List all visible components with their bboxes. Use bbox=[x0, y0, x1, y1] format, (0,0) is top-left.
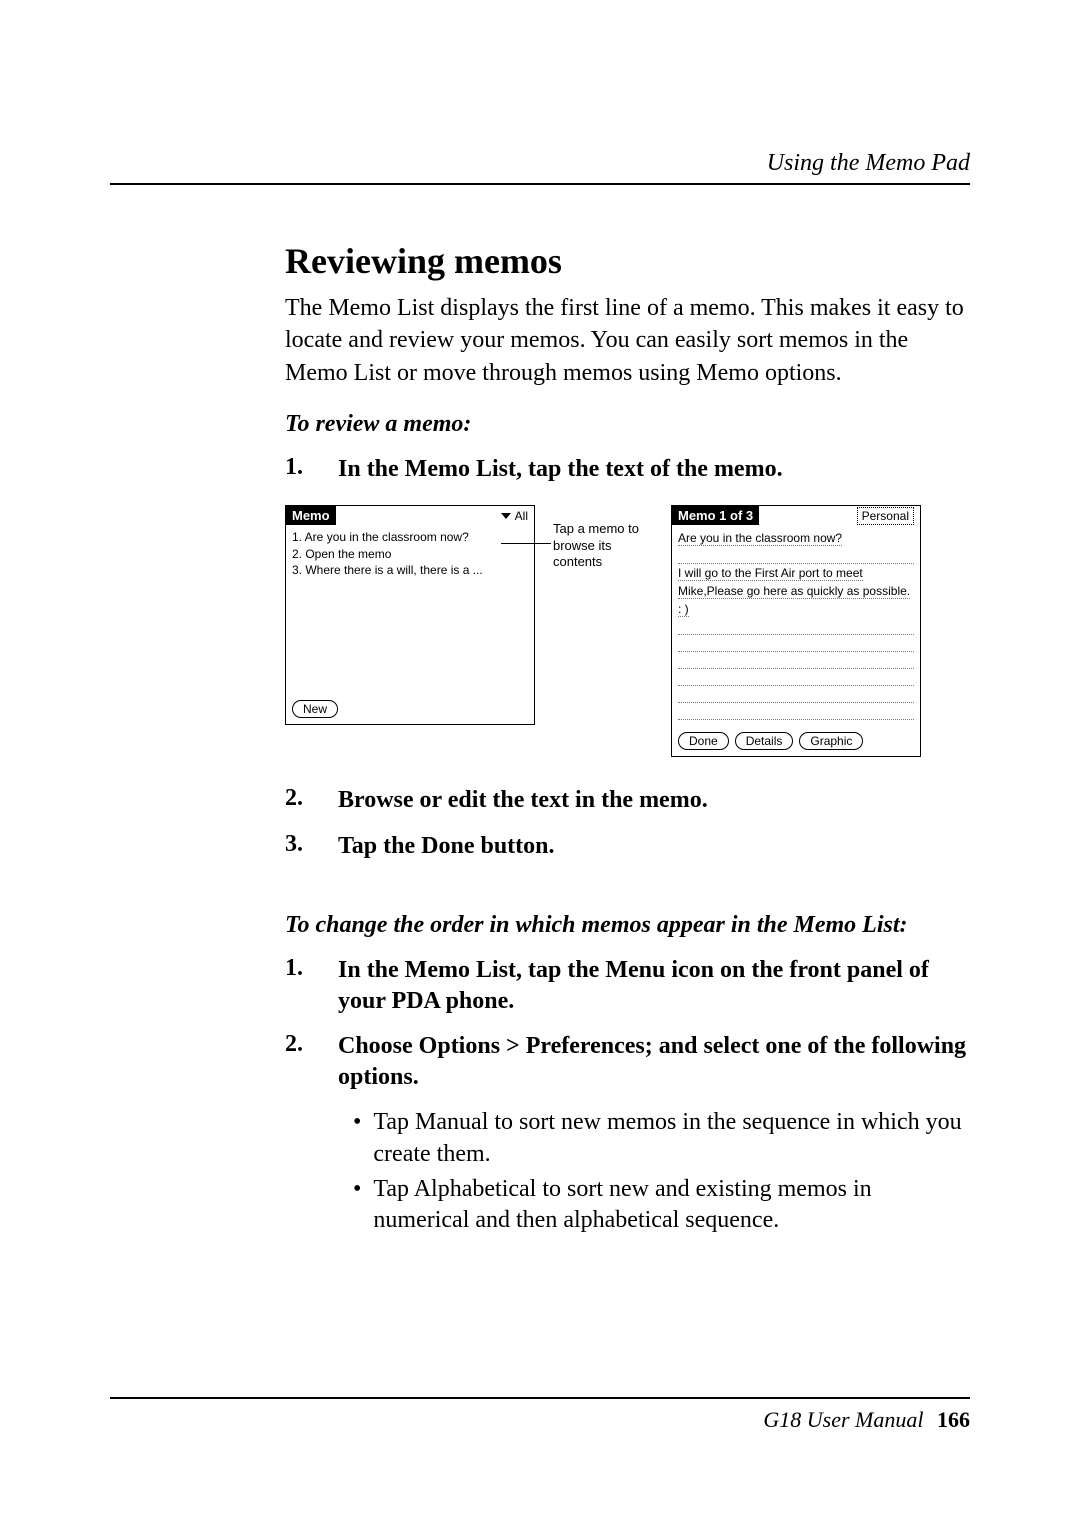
step-number: 2. bbox=[285, 1031, 310, 1093]
bullet-alphabetical: • Tap Alphabetical to sort new and exist… bbox=[353, 1174, 970, 1236]
step-text: Choose Options > Preferences; and select… bbox=[338, 1031, 970, 1093]
intro-paragraph: The Memo List displays the first line of… bbox=[285, 292, 970, 389]
order-step-2: 2. Choose Options > Preferences; and sel… bbox=[285, 1031, 970, 1093]
step-text: Browse or edit the text in the memo. bbox=[338, 785, 708, 816]
subhead-change-order: To change the order in which memos appea… bbox=[285, 912, 970, 939]
heading-reviewing-memos: Reviewing memos bbox=[285, 240, 970, 282]
new-button[interactable]: New bbox=[292, 700, 338, 718]
list-item[interactable]: 1. Are you in the classroom now? bbox=[292, 529, 528, 545]
memo-detail-screen: Memo 1 of 3 Personal Are you in the clas… bbox=[671, 505, 921, 757]
step-number: 3. bbox=[285, 831, 310, 862]
bullet-icon: • bbox=[353, 1107, 361, 1169]
header-rule bbox=[110, 183, 970, 185]
memo-body-text: I will go to the First Air port to meet … bbox=[678, 564, 914, 618]
page-number: 166 bbox=[937, 1407, 970, 1432]
running-header: Using the Memo Pad bbox=[110, 150, 970, 177]
memo-list-body: 1. Are you in the classroom now? 2. Open… bbox=[286, 525, 534, 696]
figure-caption: Tap a memo to browse its contents bbox=[553, 521, 653, 570]
bullet-manual: • Tap Manual to sort new memos in the se… bbox=[353, 1107, 970, 1169]
step-number: 1. bbox=[285, 454, 310, 485]
filter-label: All bbox=[515, 509, 528, 523]
caption-text: Tap a memo to browse its contents bbox=[553, 521, 639, 569]
step-number: 1. bbox=[285, 955, 310, 1017]
leader-line bbox=[501, 543, 551, 544]
bullet-text: Tap Alphabetical to sort new and existin… bbox=[373, 1174, 970, 1236]
list-item[interactable]: 2. Open the memo bbox=[292, 546, 528, 562]
list-item[interactable]: 3. Where there is a will, there is a ... bbox=[292, 562, 528, 578]
memo-list-header: Memo All bbox=[286, 506, 534, 525]
memo-detail-body: Are you in the classroom now? I will go … bbox=[672, 525, 920, 728]
order-step-1: 1. In the Memo List, tap the Menu icon o… bbox=[285, 955, 970, 1017]
bullet-text: Tap Manual to sort new memos in the sequ… bbox=[373, 1107, 970, 1169]
step-text: In the Memo List, tap the text of the me… bbox=[338, 454, 783, 485]
details-button[interactable]: Details bbox=[735, 732, 794, 750]
step-text: Tap the Done button. bbox=[338, 831, 555, 862]
bullet-icon: • bbox=[353, 1174, 361, 1236]
subhead-review: To review a memo: bbox=[285, 411, 970, 438]
manual-title: G18 User Manual bbox=[763, 1407, 923, 1432]
step-1: 1. In the Memo List, tap the text of the… bbox=[285, 454, 970, 485]
memo-first-line: Are you in the classroom now? bbox=[678, 529, 914, 547]
memo-list-title: Memo bbox=[286, 506, 336, 525]
step-3: 3. Tap the Done button. bbox=[285, 831, 970, 862]
memo-detail-header: Memo 1 of 3 Personal bbox=[672, 506, 920, 525]
figure-memo-screens: Memo All 1. Are you in the classroom now… bbox=[285, 505, 970, 757]
done-button[interactable]: Done bbox=[678, 732, 729, 750]
chevron-down-icon bbox=[501, 513, 511, 519]
memo-detail-title: Memo 1 of 3 bbox=[672, 506, 759, 525]
page-footer: G18 User Manual 166 bbox=[110, 1397, 970, 1433]
step-number: 2. bbox=[285, 785, 310, 816]
category-selector[interactable]: Personal bbox=[857, 507, 914, 525]
step-text: In the Memo List, tap the Menu icon on t… bbox=[338, 955, 970, 1017]
step-2: 2. Browse or edit the text in the memo. bbox=[285, 785, 970, 816]
memo-list-filter[interactable]: All bbox=[501, 509, 534, 523]
graphic-button[interactable]: Graphic bbox=[799, 732, 863, 750]
memo-list-screen: Memo All 1. Are you in the classroom now… bbox=[285, 505, 535, 725]
footer-rule bbox=[110, 1397, 970, 1399]
